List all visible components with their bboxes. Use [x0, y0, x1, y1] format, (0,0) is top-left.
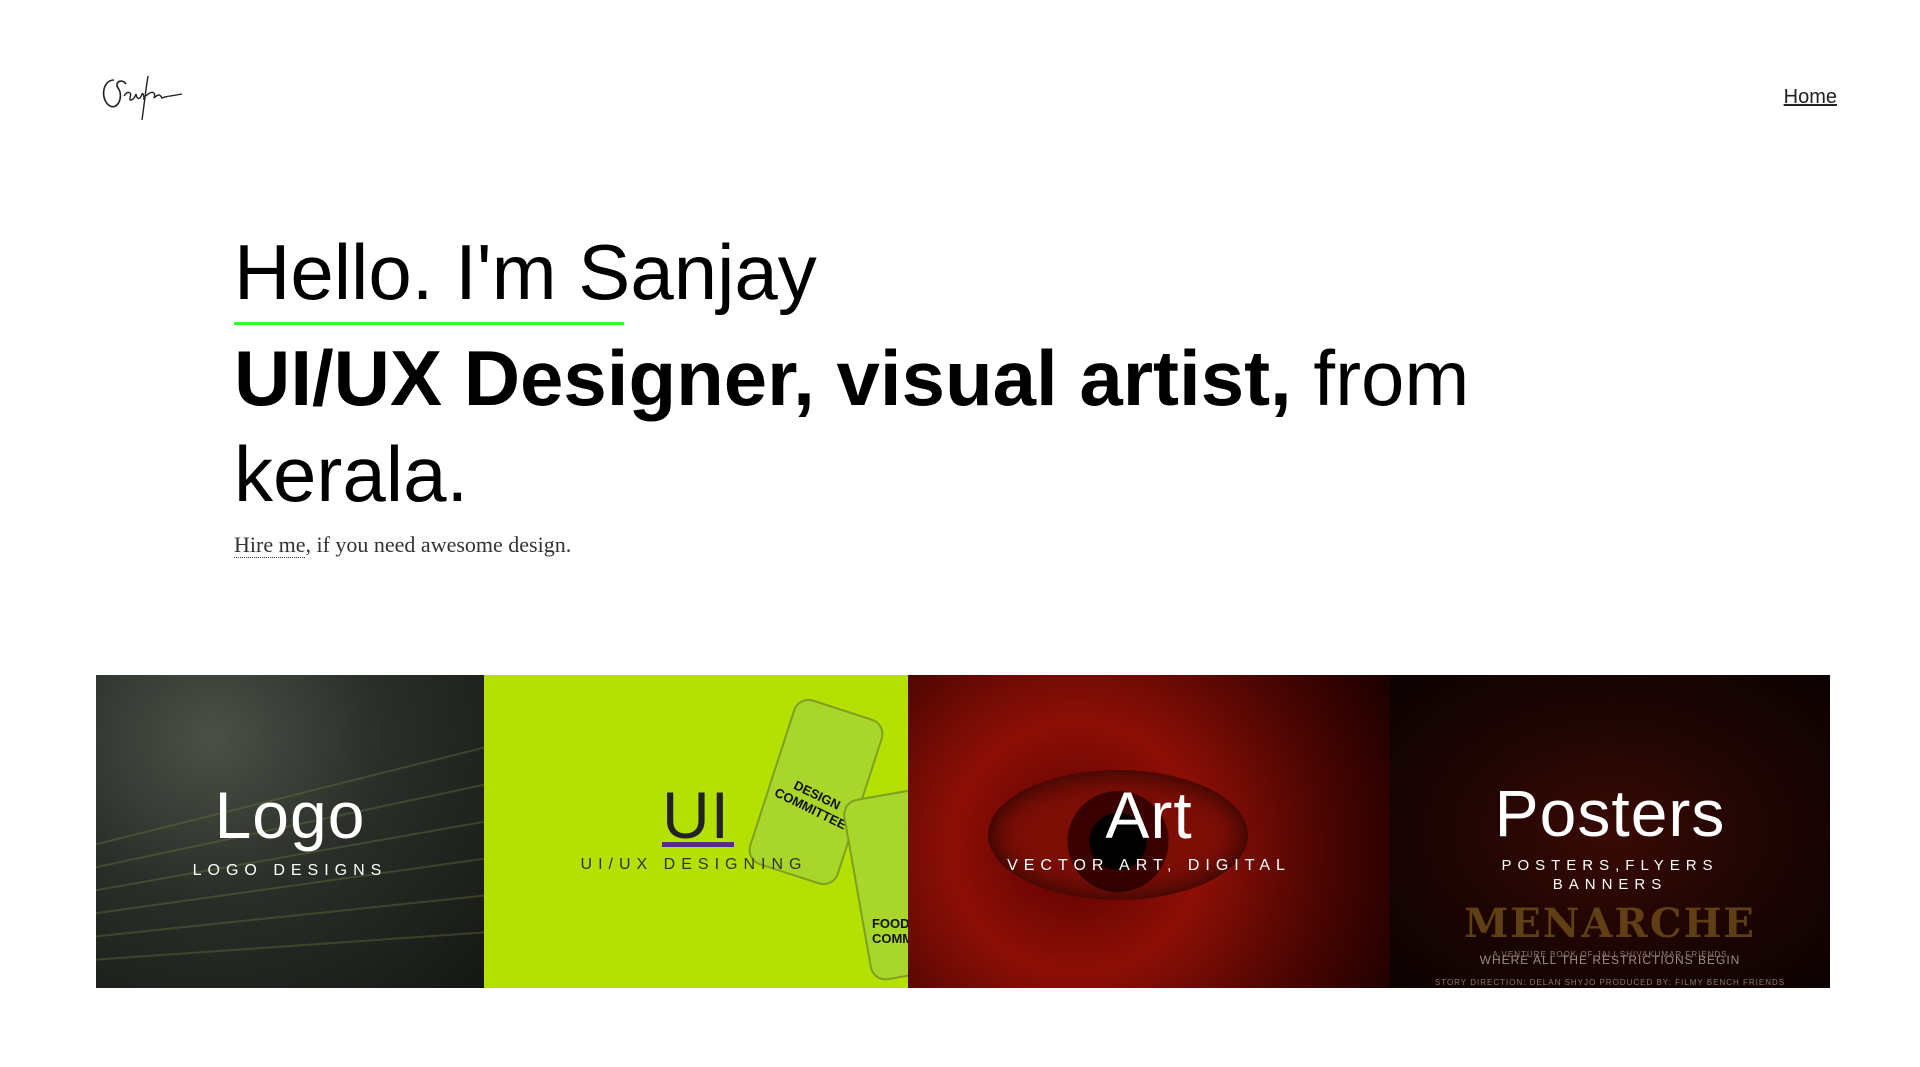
tile-posters-subtitle-2: BANNERS — [1552, 876, 1668, 893]
tile-logo-title: Logo — [214, 778, 366, 852]
tile-art-title: Art — [1105, 778, 1193, 852]
signature-logo[interactable] — [96, 66, 186, 124]
tile-art[interactable]: Art VECTOR ART, DIGITAL — [908, 675, 1390, 988]
tile-posters-title: Posters — [1494, 776, 1726, 850]
nav-home-link[interactable]: Home — [1784, 86, 1837, 109]
hire-line: Hire me, if you need awesome design. — [234, 532, 571, 558]
ui-title-underline — [662, 842, 734, 847]
tile-posters-subtitle-1: POSTERS,FLYERS — [1501, 857, 1719, 874]
card-text-food-comm: FOOD COMM — [871, 915, 908, 946]
poster-artwork-credit-2: STORY DIRECTION: DELAN SHYJO PRODUCED BY… — [1434, 978, 1786, 987]
poster-artwork-credit-1: A VENTURE BOOK OF JALI SHIVAKUMAR FRIEND… — [1492, 950, 1728, 959]
hero-section: Hello. I'm Sanjay UI/UX Designer, visual… — [234, 224, 1594, 522]
headline-bold: UI/UX Designer, visual artist, — [234, 334, 1292, 422]
tile-ui[interactable]: DESIGN COMMITTEE FOOD COMM UI UI/UX DESI… — [484, 675, 908, 988]
tile-art-subtitle: VECTOR ART, DIGITAL — [1007, 857, 1291, 874]
hello-heading: Hello. I'm Sanjay — [234, 228, 817, 316]
poster-artwork-title: MENARCHE — [1464, 900, 1756, 947]
hello-heading-wrap: Hello. I'm Sanjay — [234, 224, 817, 325]
tile-posters[interactable]: Posters POSTERS,FLYERS BANNERS MENARCHE … — [1390, 675, 1830, 988]
headline: UI/UX Designer, visual artist, from kera… — [234, 330, 1554, 522]
hello-underline-accent — [234, 322, 624, 325]
tile-ui-subtitle: UI/UX DESIGNING — [580, 856, 808, 873]
portfolio-tiles: Logo LOGO DESIGNS DESIGN COMMITTEE FOOD … — [96, 675, 1830, 988]
hire-me-link[interactable]: Hire me — [234, 532, 306, 558]
signature-icon — [102, 75, 183, 121]
tile-logo-subtitle: LOGO DESIGNS — [192, 862, 388, 879]
hire-rest-text: , if you need awesome design. — [305, 532, 572, 557]
tile-logo[interactable]: Logo LOGO DESIGNS — [96, 675, 484, 988]
